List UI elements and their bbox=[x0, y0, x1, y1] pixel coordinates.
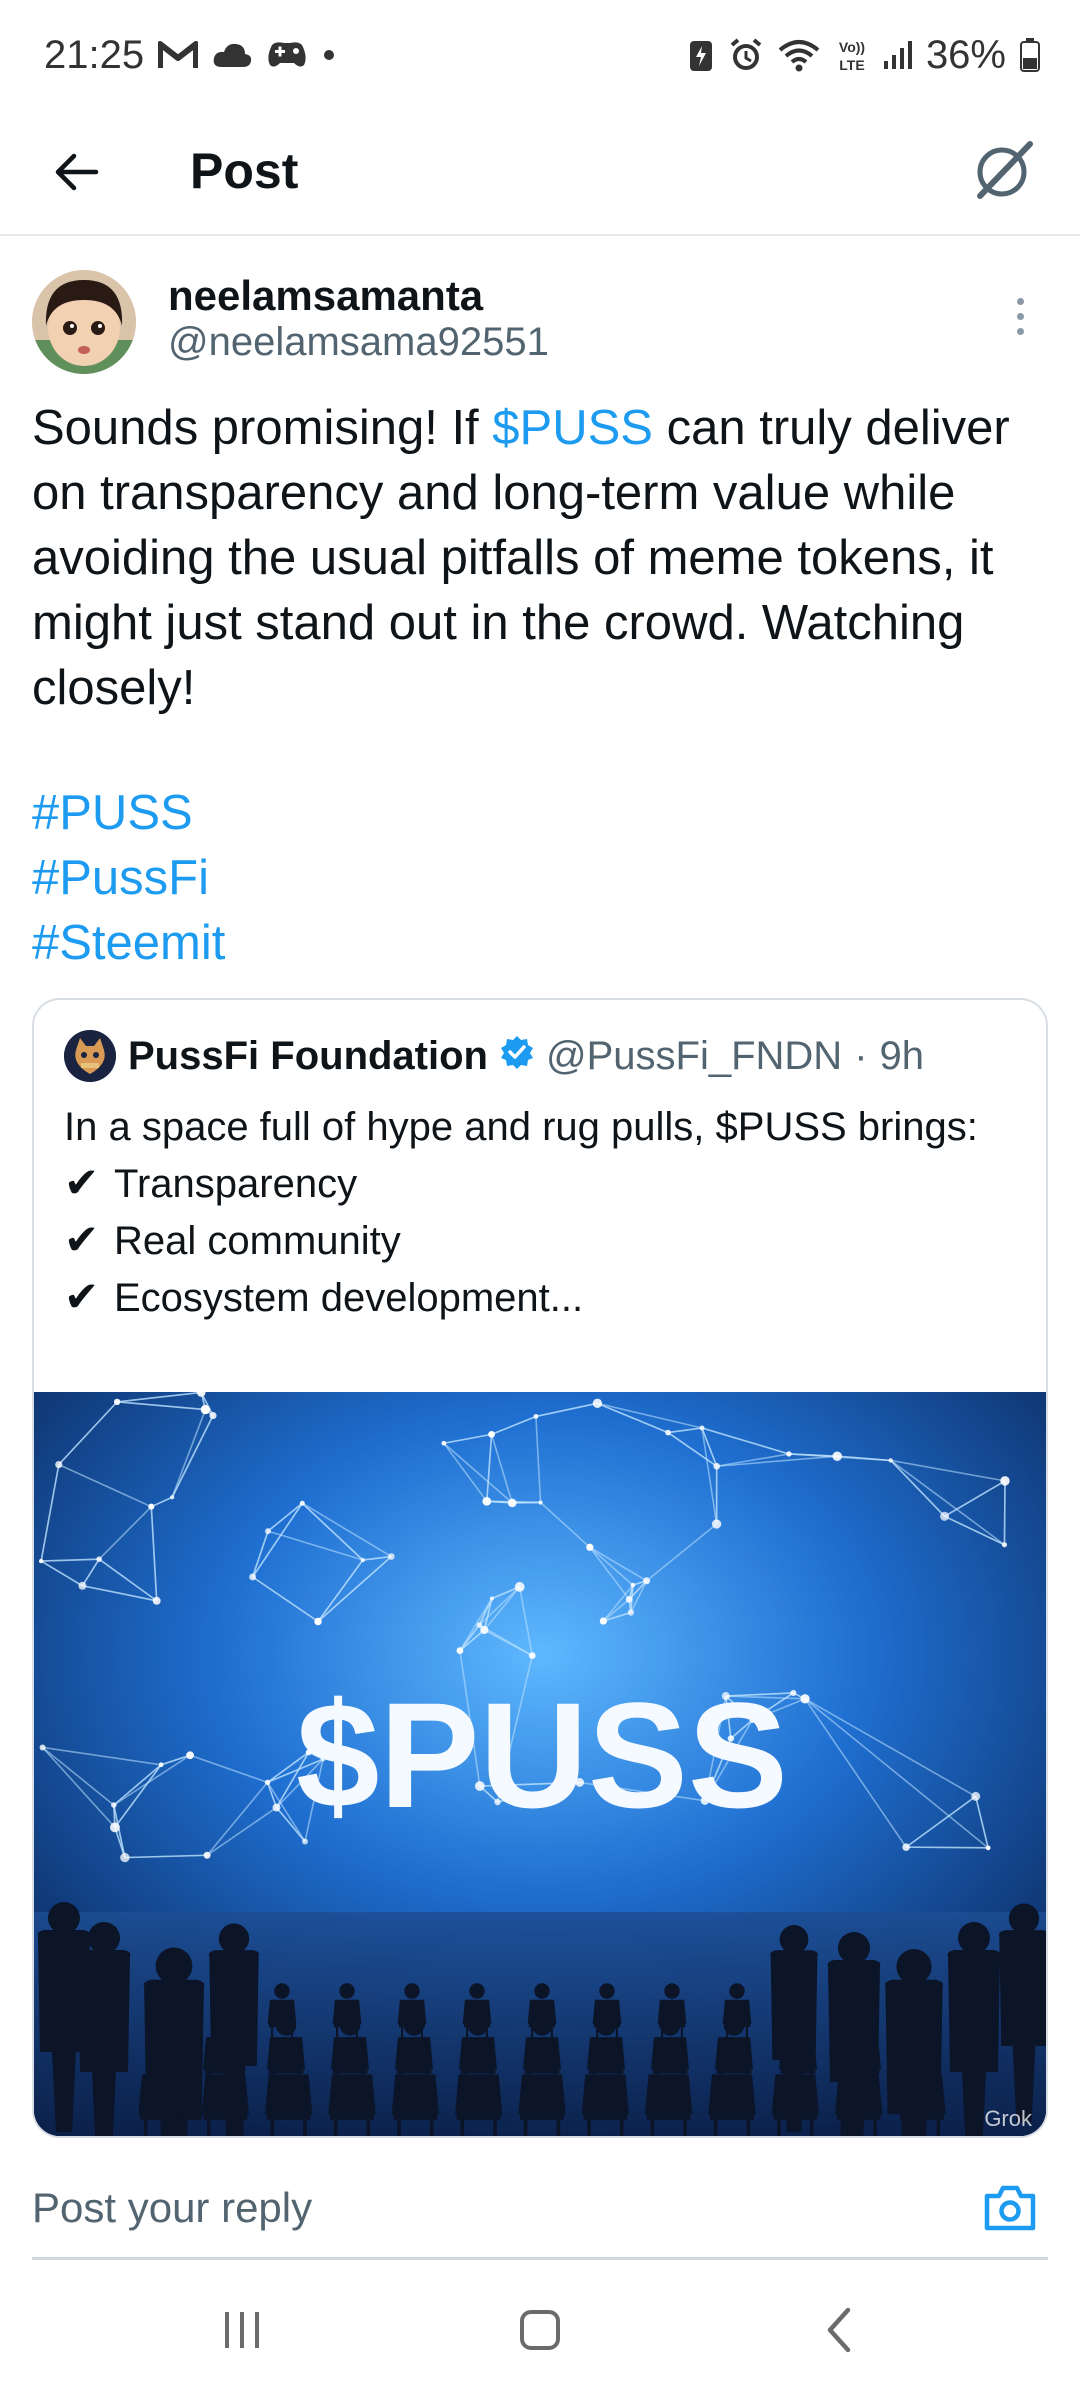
bullet-text: Real community bbox=[114, 1219, 401, 1263]
quoted-post-text: In a space full of hype and rug pulls, $… bbox=[64, 1100, 1024, 1326]
wifi-icon bbox=[778, 38, 820, 72]
bullet-item: ✔ Transparency bbox=[64, 1155, 1024, 1212]
home-button[interactable] bbox=[500, 2298, 580, 2362]
svg-text:LTE: LTE bbox=[839, 57, 864, 73]
grok-icon bbox=[977, 141, 1033, 199]
chevron-left-icon bbox=[827, 2307, 851, 2353]
quoted-post[interactable]: PussFi Foundation @PussFi_FNDN · 9h In a… bbox=[32, 998, 1048, 2138]
reply-bar: Post your reply bbox=[0, 2140, 1080, 2260]
top-app-bar: Post bbox=[0, 110, 1080, 236]
verified-badge-icon bbox=[500, 1034, 534, 1079]
camera-icon bbox=[984, 2185, 1036, 2231]
battery-icon bbox=[1020, 38, 1040, 72]
network-crowd-illustration: $PUSS bbox=[34, 1392, 1046, 2136]
quoted-intro: In a space full of hype and rug pulls, $… bbox=[64, 1105, 978, 1149]
reply-divider bbox=[32, 2257, 1048, 2260]
status-time: 21:25 bbox=[44, 32, 145, 77]
bullet-item: ✔ Ecosystem development... bbox=[64, 1269, 1024, 1326]
cloud-icon bbox=[212, 41, 252, 69]
signal-icon bbox=[883, 39, 912, 71]
hashtag-list: #PUSS #PussFi #Steemit bbox=[32, 781, 225, 976]
author-name[interactable]: neelamsamanta bbox=[168, 272, 483, 320]
status-right: Vo)) LTE 36% bbox=[688, 33, 1040, 78]
image-headline: $PUSS bbox=[296, 1671, 788, 1839]
hashtag-link[interactable]: #Steemit bbox=[32, 911, 225, 976]
author-handle[interactable]: @neelamsama92551 bbox=[168, 320, 549, 365]
home-icon bbox=[520, 2310, 560, 2350]
gmail-icon bbox=[158, 40, 199, 70]
battery-text: 36% bbox=[925, 32, 1006, 77]
recent-apps-button[interactable] bbox=[202, 2298, 282, 2362]
arrow-left-icon bbox=[55, 153, 99, 191]
camera-button[interactable] bbox=[980, 2180, 1040, 2236]
quoted-post-time: 9h bbox=[879, 1033, 925, 1078]
more-options-button[interactable] bbox=[1000, 286, 1040, 346]
bullet-text: Transparency bbox=[114, 1162, 358, 1206]
status-left: 21:25 bbox=[44, 33, 336, 78]
back-button[interactable] bbox=[44, 140, 108, 204]
grok-button[interactable] bbox=[968, 134, 1040, 206]
system-back-button[interactable] bbox=[800, 2298, 880, 2362]
avatar[interactable] bbox=[32, 270, 136, 374]
checkmark-icon: ✔ bbox=[64, 1216, 100, 1263]
post-text: Sounds promising! If $PUSS can truly del… bbox=[32, 396, 1052, 721]
hashtag-link[interactable]: #PUSS bbox=[32, 781, 225, 846]
reply-input[interactable]: Post your reply bbox=[32, 2184, 312, 2232]
separator-dot: · bbox=[854, 1033, 868, 1078]
quoted-avatar[interactable] bbox=[64, 1030, 116, 1082]
alarm-icon bbox=[728, 37, 764, 73]
more-dot bbox=[1016, 297, 1024, 305]
cashtag-link[interactable]: $PUSS bbox=[492, 401, 653, 455]
checkmark-icon: ✔ bbox=[64, 1273, 100, 1320]
post-text-start: Sounds promising! If bbox=[32, 401, 493, 455]
grok-watermark: Grok bbox=[984, 2106, 1032, 2131]
system-nav-bar bbox=[0, 2262, 1080, 2400]
quoted-post-image[interactable]: $PUSS Grok bbox=[34, 1392, 1046, 2136]
quoted-author-name[interactable]: PussFi Foundation bbox=[128, 1034, 488, 1079]
quoted-author-handle[interactable]: @PussFi_FNDN bbox=[546, 1034, 842, 1079]
status-bar: 21:25 Vo)) LTE 36% bbox=[0, 0, 1080, 110]
volte-icon: Vo)) LTE bbox=[834, 37, 870, 73]
checkmark-icon: ✔ bbox=[64, 1159, 100, 1206]
game-controller-icon bbox=[266, 39, 308, 71]
svg-text:Vo)): Vo)) bbox=[839, 39, 865, 55]
battery-saver-icon bbox=[688, 37, 714, 73]
bullet-text: Ecosystem development... bbox=[114, 1276, 584, 1320]
hashtag-link[interactable]: #PussFi bbox=[32, 846, 225, 911]
recent-apps-icon bbox=[225, 2312, 259, 2348]
more-dot bbox=[1016, 327, 1024, 335]
quoted-post-header: PussFi Foundation @PussFi_FNDN · 9h bbox=[64, 1028, 924, 1084]
bullet-item: ✔ Real community bbox=[64, 1212, 1024, 1269]
more-dot bbox=[1016, 312, 1024, 320]
page-title: Post bbox=[190, 143, 299, 199]
dot-icon bbox=[322, 48, 336, 62]
